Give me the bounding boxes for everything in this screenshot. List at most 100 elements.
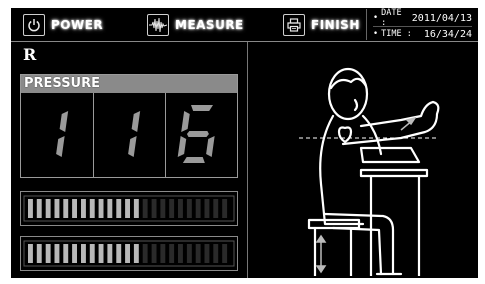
level-bar-segments <box>23 240 235 267</box>
level-segment-filled <box>116 244 122 263</box>
level-segment-empty <box>204 199 210 218</box>
level-segment-filled <box>116 199 122 218</box>
digit-segment-f <box>181 111 190 132</box>
level-segment-empty <box>186 244 192 263</box>
level-segment-filled <box>133 199 139 218</box>
time-bullet: • <box>373 29 379 39</box>
pressure-digit-hundreds <box>21 93 94 177</box>
level-segment-empty <box>195 244 201 263</box>
level-segment-empty <box>222 199 228 218</box>
level-segment-empty <box>151 199 157 218</box>
date-bullet: • <box>373 13 379 23</box>
level-segment-filled <box>133 244 139 263</box>
header-divider <box>11 41 478 42</box>
level-bar-segments <box>23 195 235 222</box>
level-segment-filled <box>28 244 33 263</box>
level-segment-filled <box>45 244 51 263</box>
digit-segment-d <box>182 157 205 163</box>
pressure-panel: PRESSURE <box>20 74 238 178</box>
level-segment-empty <box>142 244 148 263</box>
power-label: POWER <box>51 18 104 32</box>
seat-height-arrow <box>315 234 327 274</box>
panel-divider <box>247 42 248 278</box>
level-segment-empty <box>160 244 166 263</box>
level-segment-empty <box>169 199 175 218</box>
digit-segment-c <box>128 136 137 157</box>
figure-table-legs <box>369 174 421 276</box>
level-segment-empty <box>169 244 175 263</box>
patient-posture-illustration <box>299 67 440 276</box>
level-segment-filled <box>54 199 60 218</box>
level-segment-empty <box>213 244 219 263</box>
measure-label: MEASURE <box>175 18 244 32</box>
level-segment-filled <box>36 199 42 218</box>
waveform-icon <box>147 14 169 36</box>
digit-segment-a <box>191 105 213 111</box>
figure-cuff <box>359 146 421 164</box>
seven-segment-digit <box>177 105 215 163</box>
digit-segment-c <box>56 136 65 157</box>
level-segment-filled <box>89 244 95 263</box>
date-row: • DATE : 2011/04/13 <box>373 8 472 28</box>
digit-segment-c <box>206 136 215 157</box>
pressure-digit-tens <box>93 93 166 177</box>
figure-torso <box>319 114 365 226</box>
date-label: DATE : <box>381 8 402 28</box>
finish-button[interactable]: FINISH <box>283 11 360 39</box>
datetime-panel: • DATE : 2011/04/13 • TIME : 16/34/24 <box>366 8 476 41</box>
level-segment-empty <box>178 199 183 218</box>
finish-label: FINISH <box>311 18 360 32</box>
level-segment-empty <box>222 244 228 263</box>
level-segment-filled <box>98 199 104 218</box>
digit-segment-g <box>186 131 209 137</box>
power-icon <box>23 14 45 36</box>
level-segment-filled <box>125 244 130 263</box>
level-segment-filled <box>98 244 104 263</box>
level-segment-filled <box>72 244 77 263</box>
seven-segment-digit <box>56 111 69 157</box>
level-segment-filled <box>36 244 42 263</box>
date-value: 2011/04/13 <box>411 12 472 24</box>
power-button[interactable]: POWER <box>23 11 103 39</box>
level-bar-lower <box>20 236 238 271</box>
level-segment-empty <box>213 199 219 218</box>
level-segment-filled <box>81 199 86 218</box>
level-segment-filled <box>107 199 113 218</box>
level-segment-empty <box>178 244 183 263</box>
time-row: • TIME : 16/34/24 <box>373 26 472 41</box>
level-segment-filled <box>72 199 77 218</box>
figure-head <box>327 67 369 121</box>
level-segment-empty <box>151 244 157 263</box>
level-segment-filled <box>54 244 60 263</box>
level-segment-empty <box>204 244 210 263</box>
level-segment-filled <box>81 244 86 263</box>
pressure-title: PRESSURE <box>21 75 237 93</box>
level-segment-filled <box>89 199 95 218</box>
digit-segment-b <box>59 111 69 132</box>
figure-shin <box>331 226 383 276</box>
time-value: 16/34/24 <box>423 28 472 40</box>
printer-icon <box>283 14 305 36</box>
level-segment-empty <box>160 199 166 218</box>
arm-side-indicator: R <box>23 45 37 64</box>
level-segment-empty <box>142 199 148 218</box>
heart-icon <box>337 126 353 144</box>
figure-face <box>353 98 359 112</box>
device-screen: POWER MEASURE FINISH • DATE : 2011/04/13 <box>11 8 478 278</box>
level-segment-filled <box>28 199 33 218</box>
time-label: TIME : <box>381 29 412 39</box>
digit-segment-b <box>131 111 141 132</box>
level-segment-filled <box>45 199 51 218</box>
level-segment-empty <box>195 199 201 218</box>
seven-segment-digit <box>128 111 141 157</box>
measure-button[interactable]: MEASURE <box>147 11 244 39</box>
level-segment-filled <box>63 244 69 263</box>
level-segment-empty <box>186 199 192 218</box>
digit-segment-e <box>177 136 187 157</box>
figure-hair <box>329 77 368 90</box>
level-segment-filled <box>63 199 69 218</box>
level-segment-filled <box>125 199 130 218</box>
level-segment-filled <box>107 244 113 263</box>
level-bar-upper <box>20 191 238 226</box>
pressure-digit-ones <box>165 93 237 177</box>
